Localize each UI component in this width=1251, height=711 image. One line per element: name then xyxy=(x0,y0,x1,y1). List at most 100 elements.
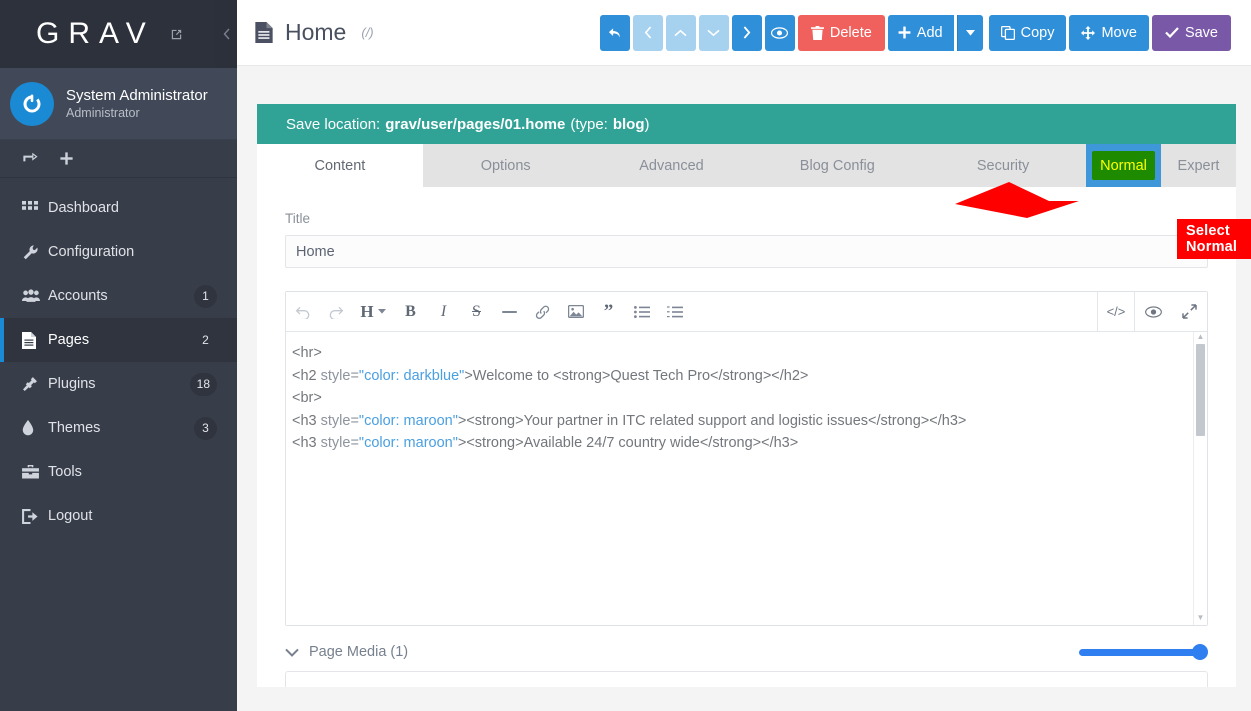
sidebar-item-themes[interactable]: Themes 3 xyxy=(0,406,237,450)
blockquote-icon[interactable]: ” xyxy=(592,292,625,332)
redo-icon[interactable] xyxy=(319,292,352,332)
down-button[interactable] xyxy=(698,14,729,51)
link-icon[interactable] xyxy=(526,292,559,332)
sync-icon[interactable] xyxy=(22,151,39,166)
strikethrough-icon[interactable]: S xyxy=(460,292,493,332)
code-view-icon[interactable]: </> xyxy=(1098,292,1134,332)
scroll-up-arrow[interactable]: ▲ xyxy=(1197,332,1205,342)
save-location-prefix: Save location: xyxy=(286,115,381,133)
content-wrapper: Save location: grav/user/pages/01.home (… xyxy=(237,66,1251,687)
sidebar-nav: Dashboard Configuration Accounts 1 Pages… xyxy=(0,178,237,538)
preview-button[interactable] xyxy=(764,14,795,51)
scrollbar-thumb[interactable] xyxy=(1196,344,1205,436)
sidebar-item-badge: 18 xyxy=(189,372,217,396)
sidebar-item-label: Logout xyxy=(48,508,93,524)
italic-icon[interactable]: I xyxy=(427,292,460,332)
annotation-label: Select Normal xyxy=(1177,219,1251,259)
editor-code: <hr> <h2 style="color: darkblue">Welcome … xyxy=(292,342,1207,455)
editor-code-line: <hr> xyxy=(292,345,322,361)
brand-logo[interactable]: GRAV xyxy=(36,17,155,51)
tab-label: Advanced xyxy=(639,157,704,174)
sidebar-item-dashboard[interactable]: Dashboard xyxy=(0,186,237,230)
tab-expert-mode[interactable]: Expert xyxy=(1161,144,1236,187)
sidebar-item-badge: 1 xyxy=(194,284,217,308)
sidebar-item-configuration[interactable]: Configuration xyxy=(0,230,237,274)
tab-content[interactable]: Content xyxy=(257,144,423,187)
page-media-label: Page Media (1) xyxy=(309,644,409,660)
quick-actions-bar xyxy=(0,140,237,178)
sidebar-item-plugins[interactable]: Plugins 18 xyxy=(0,362,237,406)
save-location-bar: Save location: grav/user/pages/01.home (… xyxy=(257,104,1236,144)
toolbar-buttons: Delete Add Copy Move Save xyxy=(599,14,1231,51)
tab-label: Content xyxy=(314,157,366,174)
horizontal-rule-icon[interactable] xyxy=(493,292,526,332)
editor-code-line: <h3 style="color: maroon"><strong>Availa… xyxy=(292,435,799,451)
numbered-list-icon[interactable] xyxy=(658,292,691,332)
page-media-dropzone[interactable] xyxy=(285,671,1208,687)
image-icon[interactable] xyxy=(559,292,592,332)
move-button-label: Move xyxy=(1101,24,1137,41)
content-panel: Title Home H B I S ” </> <hr> <h2 style=… xyxy=(257,187,1236,626)
bullet-list-icon[interactable] xyxy=(625,292,658,332)
title-input[interactable] xyxy=(285,235,1208,268)
editor-code-line: <h3 style="color: maroon"><strong>Your p… xyxy=(292,412,967,429)
scroll-down-arrow[interactable]: ▼ xyxy=(1197,613,1205,623)
sidebar-item-logout[interactable]: Logout xyxy=(0,494,237,538)
page-media-toggle[interactable]: Page Media (1) xyxy=(285,644,408,660)
add-button-label: Add xyxy=(916,24,943,41)
sidebar-item-label: Configuration xyxy=(48,244,135,260)
file-text-icon xyxy=(255,22,273,43)
sidebar-item-tools[interactable]: Tools xyxy=(0,450,237,494)
sidebar-item-badge: 2 xyxy=(202,333,209,347)
prev-button[interactable] xyxy=(632,14,663,51)
editor-scrollbar[interactable]: ▲ ▼ xyxy=(1193,332,1207,625)
plus-icon[interactable] xyxy=(59,151,74,166)
bold-icon[interactable]: B xyxy=(394,292,427,332)
add-dropdown-button[interactable] xyxy=(956,14,983,51)
page-title-text: Home xyxy=(285,19,347,45)
save-button[interactable]: Save xyxy=(1151,14,1231,51)
slider-knob[interactable] xyxy=(1192,644,1208,660)
sidebar-item-label: Pages xyxy=(48,332,90,348)
editor-textarea[interactable]: <hr> <h2 style="color: darkblue">Welcome … xyxy=(286,332,1207,625)
delete-button[interactable]: Delete xyxy=(797,14,885,51)
move-button[interactable]: Move xyxy=(1069,14,1149,51)
undo-icon[interactable] xyxy=(286,292,319,332)
add-button[interactable]: Add xyxy=(887,14,954,51)
brand-header: GRAV xyxy=(0,0,237,68)
editor-code-line: <br> xyxy=(292,390,322,406)
sidebar-collapse-button[interactable] xyxy=(215,0,237,68)
copy-button[interactable]: Copy xyxy=(988,14,1067,51)
up-button[interactable] xyxy=(665,14,696,51)
title-field-label: Title xyxy=(285,211,311,226)
move-icon xyxy=(1081,25,1096,40)
copy-button-label: Copy xyxy=(1020,24,1055,41)
sidebar-item-label: Tools xyxy=(48,464,82,480)
tab-security[interactable]: Security xyxy=(920,144,1086,187)
sidebar-item-pages[interactable]: Pages 2 xyxy=(0,318,237,362)
user-role: Administrator xyxy=(66,105,140,120)
tab-normal-mode[interactable]: Normal xyxy=(1086,144,1161,187)
fullscreen-icon[interactable] xyxy=(1171,292,1207,332)
tab-advanced[interactable]: Advanced xyxy=(589,144,755,187)
tab-options[interactable]: Options xyxy=(423,144,589,187)
sidebar-item-label: Plugins xyxy=(48,376,96,392)
back-button[interactable] xyxy=(599,14,630,51)
external-link-icon[interactable] xyxy=(169,27,184,42)
heading-icon[interactable]: H xyxy=(352,292,394,332)
user-profile[interactable]: System Administrator Administrator xyxy=(0,68,237,140)
tab-label: Normal xyxy=(1100,157,1147,174)
media-size-slider[interactable] xyxy=(1079,644,1208,660)
main-area: Home (/) Delete Add Copy Move Save Save … xyxy=(237,0,1251,711)
tab-bar: Content Options Advanced Blog Config Sec… xyxy=(257,144,1236,187)
grav-admin-app: GRAV System Administrator Administrator … xyxy=(0,0,1251,711)
slider-track[interactable] xyxy=(1079,648,1199,656)
logout-icon xyxy=(22,508,48,524)
next-button[interactable] xyxy=(731,14,762,51)
tab-blog-config[interactable]: Blog Config xyxy=(754,144,920,187)
delete-button-label: Delete xyxy=(829,24,872,41)
chevron-down-icon xyxy=(285,648,299,657)
preview-eye-icon[interactable] xyxy=(1135,292,1171,332)
plug-icon xyxy=(22,376,48,393)
sidebar-item-accounts[interactable]: Accounts 1 xyxy=(0,274,237,318)
